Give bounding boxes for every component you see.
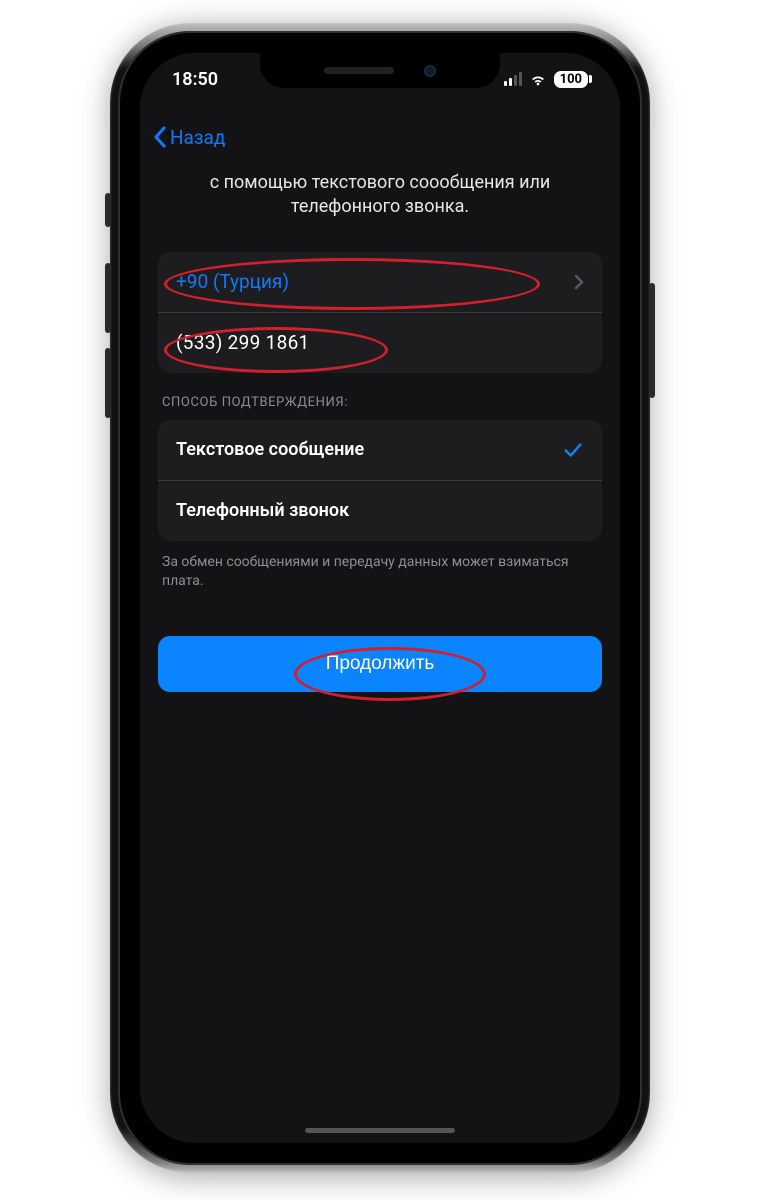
mute-switch <box>105 193 111 227</box>
front-camera <box>424 65 436 77</box>
continue-button[interactable]: Продолжить <box>158 636 602 692</box>
status-right: 100 <box>504 70 588 88</box>
notch <box>260 53 500 88</box>
back-label: Назад <box>170 126 225 149</box>
chevron-left-icon <box>152 125 168 149</box>
navigation-bar: Назад <box>140 113 620 161</box>
verify-option-sms[interactable]: Текстовое сообщение <box>158 420 602 480</box>
content: с помощью текстового соообщения или теле… <box>140 165 620 1143</box>
back-button[interactable]: Назад <box>152 125 225 149</box>
phone-number-value: (533) 299 1861 <box>176 331 310 354</box>
phone-input-card: +90 (Турция) (533) 299 1861 <box>158 252 602 373</box>
power-button <box>649 283 655 398</box>
phone-frame: 18:50 100 <box>110 23 650 1173</box>
page-subtitle: с помощью текстового соообщения или теле… <box>170 171 590 220</box>
country-code-row[interactable]: +90 (Турция) <box>158 252 602 312</box>
verify-option-label: Телефонный звонок <box>176 500 349 521</box>
verify-footnote: За обмен сообщениями и передачу данных м… <box>162 553 598 592</box>
home-indicator[interactable] <box>305 1128 455 1133</box>
phone-bezel: 18:50 100 <box>118 31 642 1165</box>
volume-down-button <box>105 348 111 418</box>
verify-section-label: СПОСОБ ПОДТВЕРЖДЕНИЯ: <box>162 395 598 410</box>
cellular-signal-icon <box>504 72 522 86</box>
battery-indicator: 100 <box>554 71 588 88</box>
chevron-right-icon <box>574 274 584 290</box>
wifi-icon <box>529 70 547 88</box>
country-code-label: +90 (Турция) <box>176 270 289 293</box>
volume-up-button <box>105 263 111 333</box>
battery-value: 100 <box>560 72 582 87</box>
verify-option-call[interactable]: Телефонный звонок <box>158 480 602 541</box>
phone-number-row[interactable]: (533) 299 1861 <box>158 312 602 373</box>
verify-option-label: Текстовое сообщение <box>176 439 364 460</box>
status-time: 18:50 <box>172 69 218 90</box>
checkmark-icon <box>562 439 584 461</box>
speaker-grille <box>324 67 394 74</box>
verify-options-card: Текстовое сообщение Телефонный звонок <box>158 420 602 541</box>
screen: 18:50 100 <box>140 53 620 1143</box>
